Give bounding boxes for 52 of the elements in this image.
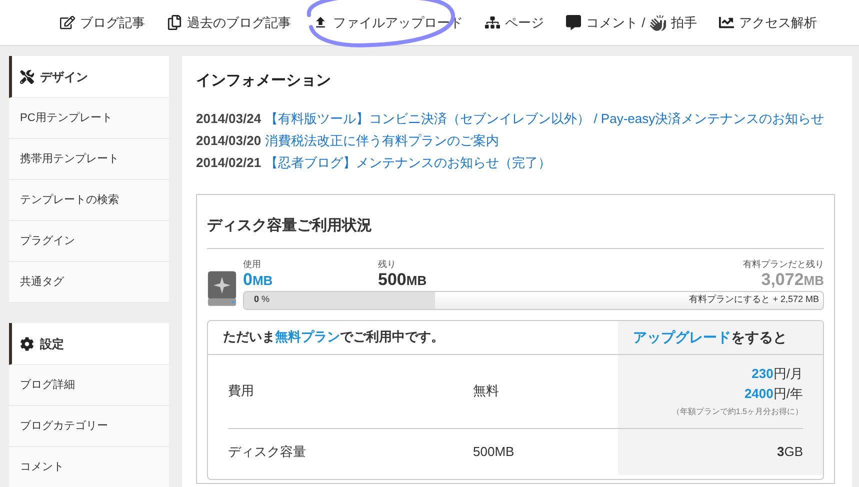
usage-percent: 0 % <box>253 293 270 306</box>
clapping-hands-icon <box>650 14 666 30</box>
stat-label: 使用 <box>243 258 262 270</box>
sidebar-item[interactable]: テンプレートの検索 <box>9 180 169 221</box>
speech-bubble-icon <box>566 15 581 30</box>
free-plan-value: 無料 <box>473 382 499 400</box>
card-title: ディスク容量ご利用状況 <box>207 215 824 248</box>
nav-link[interactable]: ブログ記事 <box>60 12 145 32</box>
nav-link[interactable]: コメント / 拍手 <box>566 12 698 32</box>
line-chart-icon <box>719 15 734 30</box>
sidebar-header: デザイン <box>9 56 169 98</box>
sidebar-item[interactable]: プラグイン <box>9 221 169 262</box>
news-link[interactable]: 【有料版ツール】コンビニ決済（セブンイレブン以外） / Pay-easy決済メンテナンスのお知らせ <box>265 110 824 128</box>
row-label: 費用 <box>228 382 255 400</box>
section-title: インフォメーション <box>196 71 332 91</box>
sidebar-item[interactable]: 携帯用テンプレート <box>9 139 169 180</box>
used-value: 0MB <box>243 270 274 290</box>
stat-label: 有料プランだと残り <box>743 258 824 270</box>
sitemap-icon <box>485 15 500 30</box>
sidebar-item[interactable]: PC用テンプレート <box>9 98 169 139</box>
sidebar-item[interactable]: ブログ詳細 <box>9 365 169 406</box>
news-link[interactable]: 消費税法改正に伴う有料プランのご案内 <box>265 132 500 150</box>
nav-link[interactable]: ページ <box>485 12 544 32</box>
tools-icon <box>20 70 34 84</box>
edit-icon <box>60 15 75 30</box>
remaining-value: 500MB <box>378 270 428 290</box>
documents-icon <box>167 15 182 30</box>
sidebar-item[interactable]: ブログカテゴリー <box>9 406 169 447</box>
news-link[interactable]: 【忍者ブログ】メンテナンスのお知らせ（完了） <box>265 154 552 172</box>
free-plan-value: 500MB <box>473 442 514 461</box>
stat-label: 残り <box>378 258 397 270</box>
news-date: 2014/02/21 <box>196 154 262 172</box>
paid-value: 3,072MB <box>761 270 824 290</box>
news-date: 2014/03/20 <box>196 132 262 150</box>
hard-drive-icon <box>207 270 237 308</box>
settings-icon <box>20 336 34 350</box>
upgrade-heading: アップグレードをすると <box>618 320 823 354</box>
sidebar-item[interactable]: 共通タグ <box>9 262 169 303</box>
bar-note: 有料プランにすると + 2,572 MB <box>689 293 819 306</box>
sidebar-item[interactable]: コメント <box>9 447 169 487</box>
paid-plan-value: 3GB <box>776 442 803 460</box>
plan-status: ただいま無料プランでご利用中です。 <box>222 328 445 346</box>
sidebar-header: 設定 <box>9 323 169 365</box>
nav-link[interactable]: 過去のブログ記事 <box>167 12 291 32</box>
upload-icon <box>313 15 328 30</box>
paid-plan-value: 230円/月 <box>752 365 803 383</box>
nav-link[interactable]: ファイルアップロード <box>313 12 463 32</box>
row-label: ディスク容量 <box>228 442 307 461</box>
news-date: 2014/03/24 <box>196 110 262 128</box>
discount-note: （年額プランで約1.5ヶ月分お得に） <box>672 406 803 418</box>
nav-link[interactable]: アクセス解析 <box>719 12 818 32</box>
paid-plan-value: 2400円/年 <box>744 385 803 403</box>
